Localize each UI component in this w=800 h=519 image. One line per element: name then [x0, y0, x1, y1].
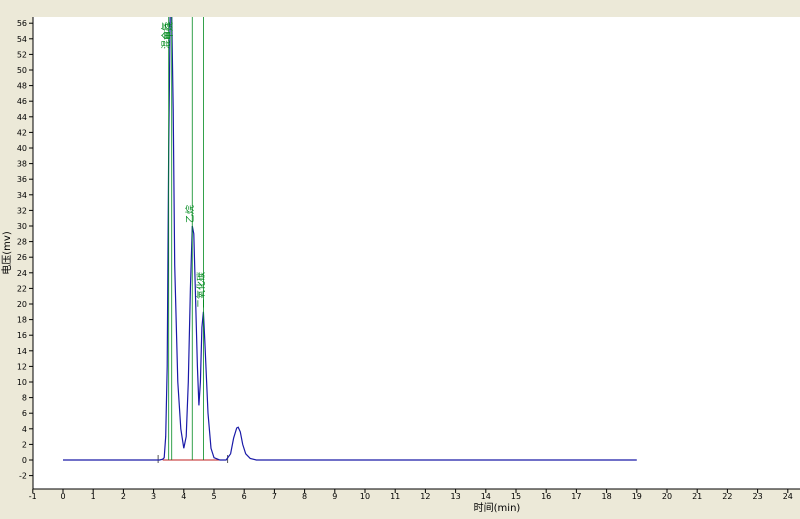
- x-tick-label: 3: [151, 492, 156, 501]
- x-tick-label: 22: [722, 492, 732, 501]
- x-tick-label: 23: [753, 492, 763, 501]
- y-tick-label: 0: [22, 456, 27, 465]
- y-tick-label: 24: [17, 269, 27, 278]
- y-tick-label: 56: [17, 19, 27, 28]
- x-tick-label: -1: [29, 492, 37, 501]
- x-tick-label: 24: [783, 492, 793, 501]
- y-tick-label: 52: [17, 50, 27, 59]
- y-tick-label: 34: [17, 191, 27, 200]
- x-tick-label: 7: [272, 492, 277, 501]
- y-tick-label: 18: [17, 316, 27, 325]
- y-tick-label: 6: [22, 409, 27, 418]
- y-tick-label: 48: [17, 82, 27, 91]
- x-tick-label: 1: [91, 492, 96, 501]
- y-tick-label: 28: [17, 238, 27, 247]
- chromatogram-chart: -1 0 1 2 3 4 5 6 7 8 9 10 11 12 13 14 15 16 17 18 19 20 21 22 23…: [0, 0, 800, 515]
- x-tick-label: 8: [302, 492, 307, 501]
- x-tick-label: 18: [602, 492, 612, 501]
- x-tick-label: 0: [60, 492, 65, 501]
- y-tick-label: 30: [17, 222, 27, 231]
- x-tick-label: 11: [390, 492, 400, 501]
- y-tick-label: 14: [17, 347, 27, 356]
- x-tick-label: 6: [242, 492, 247, 501]
- y-tick-label: 36: [17, 175, 27, 184]
- y-tick-label: 10: [17, 378, 27, 387]
- y-tick-label: 26: [17, 253, 27, 262]
- y-tick-label: 32: [17, 206, 27, 215]
- x-tick-label: 15: [511, 492, 521, 501]
- x-tick-label: 19: [632, 492, 642, 501]
- x-tick-label: 4: [181, 492, 186, 501]
- x-tick-label: 2: [121, 492, 126, 501]
- x-tick-label: 17: [571, 492, 581, 501]
- y-tick-label: 16: [17, 331, 27, 340]
- peak-label: 乙烷: [184, 205, 196, 223]
- y-tick-label: 22: [17, 284, 27, 293]
- x-tick-label: 13: [451, 492, 461, 501]
- y-tick-label: 4: [22, 425, 27, 434]
- y-tick-label: 50: [17, 66, 27, 75]
- plot-area: [33, 17, 800, 489]
- y-axis-label: 电压(mv): [0, 231, 13, 275]
- x-tick-label: 10: [360, 492, 370, 501]
- x-tick-label: 12: [420, 492, 430, 501]
- y-tick-label: 42: [17, 128, 27, 137]
- x-tick-label: 14: [481, 492, 491, 501]
- x-tick-label: 5: [211, 492, 216, 501]
- y-tick-label: 46: [17, 97, 27, 106]
- peak-label: 二氧化碳: [195, 272, 207, 308]
- y-tick-label: 44: [17, 113, 27, 122]
- y-tick-label: 54: [17, 35, 27, 44]
- x-tick-label: 21: [692, 492, 702, 501]
- peak-label: 甲烷: [163, 22, 175, 40]
- y-tick-label: -2: [19, 472, 27, 481]
- y-tick-label: 38: [17, 160, 27, 169]
- y-tick-label: 8: [22, 394, 27, 403]
- y-tick-label: 2: [22, 440, 27, 449]
- x-axis-label: 时间(min): [474, 501, 521, 514]
- x-tick-label: 16: [541, 492, 551, 501]
- x-tick-label: 20: [662, 492, 672, 501]
- y-tick-label: 20: [17, 300, 27, 309]
- y-tick-label: 12: [17, 362, 27, 371]
- x-tick-label: 9: [332, 492, 337, 501]
- y-tick-label: 40: [17, 144, 27, 153]
- chart-area: -1 0 1 2 3 4 5 6 7 8 9 10 11 12 13 14 15 16 17 18 19 20 21 22 23…: [0, 0, 800, 515]
